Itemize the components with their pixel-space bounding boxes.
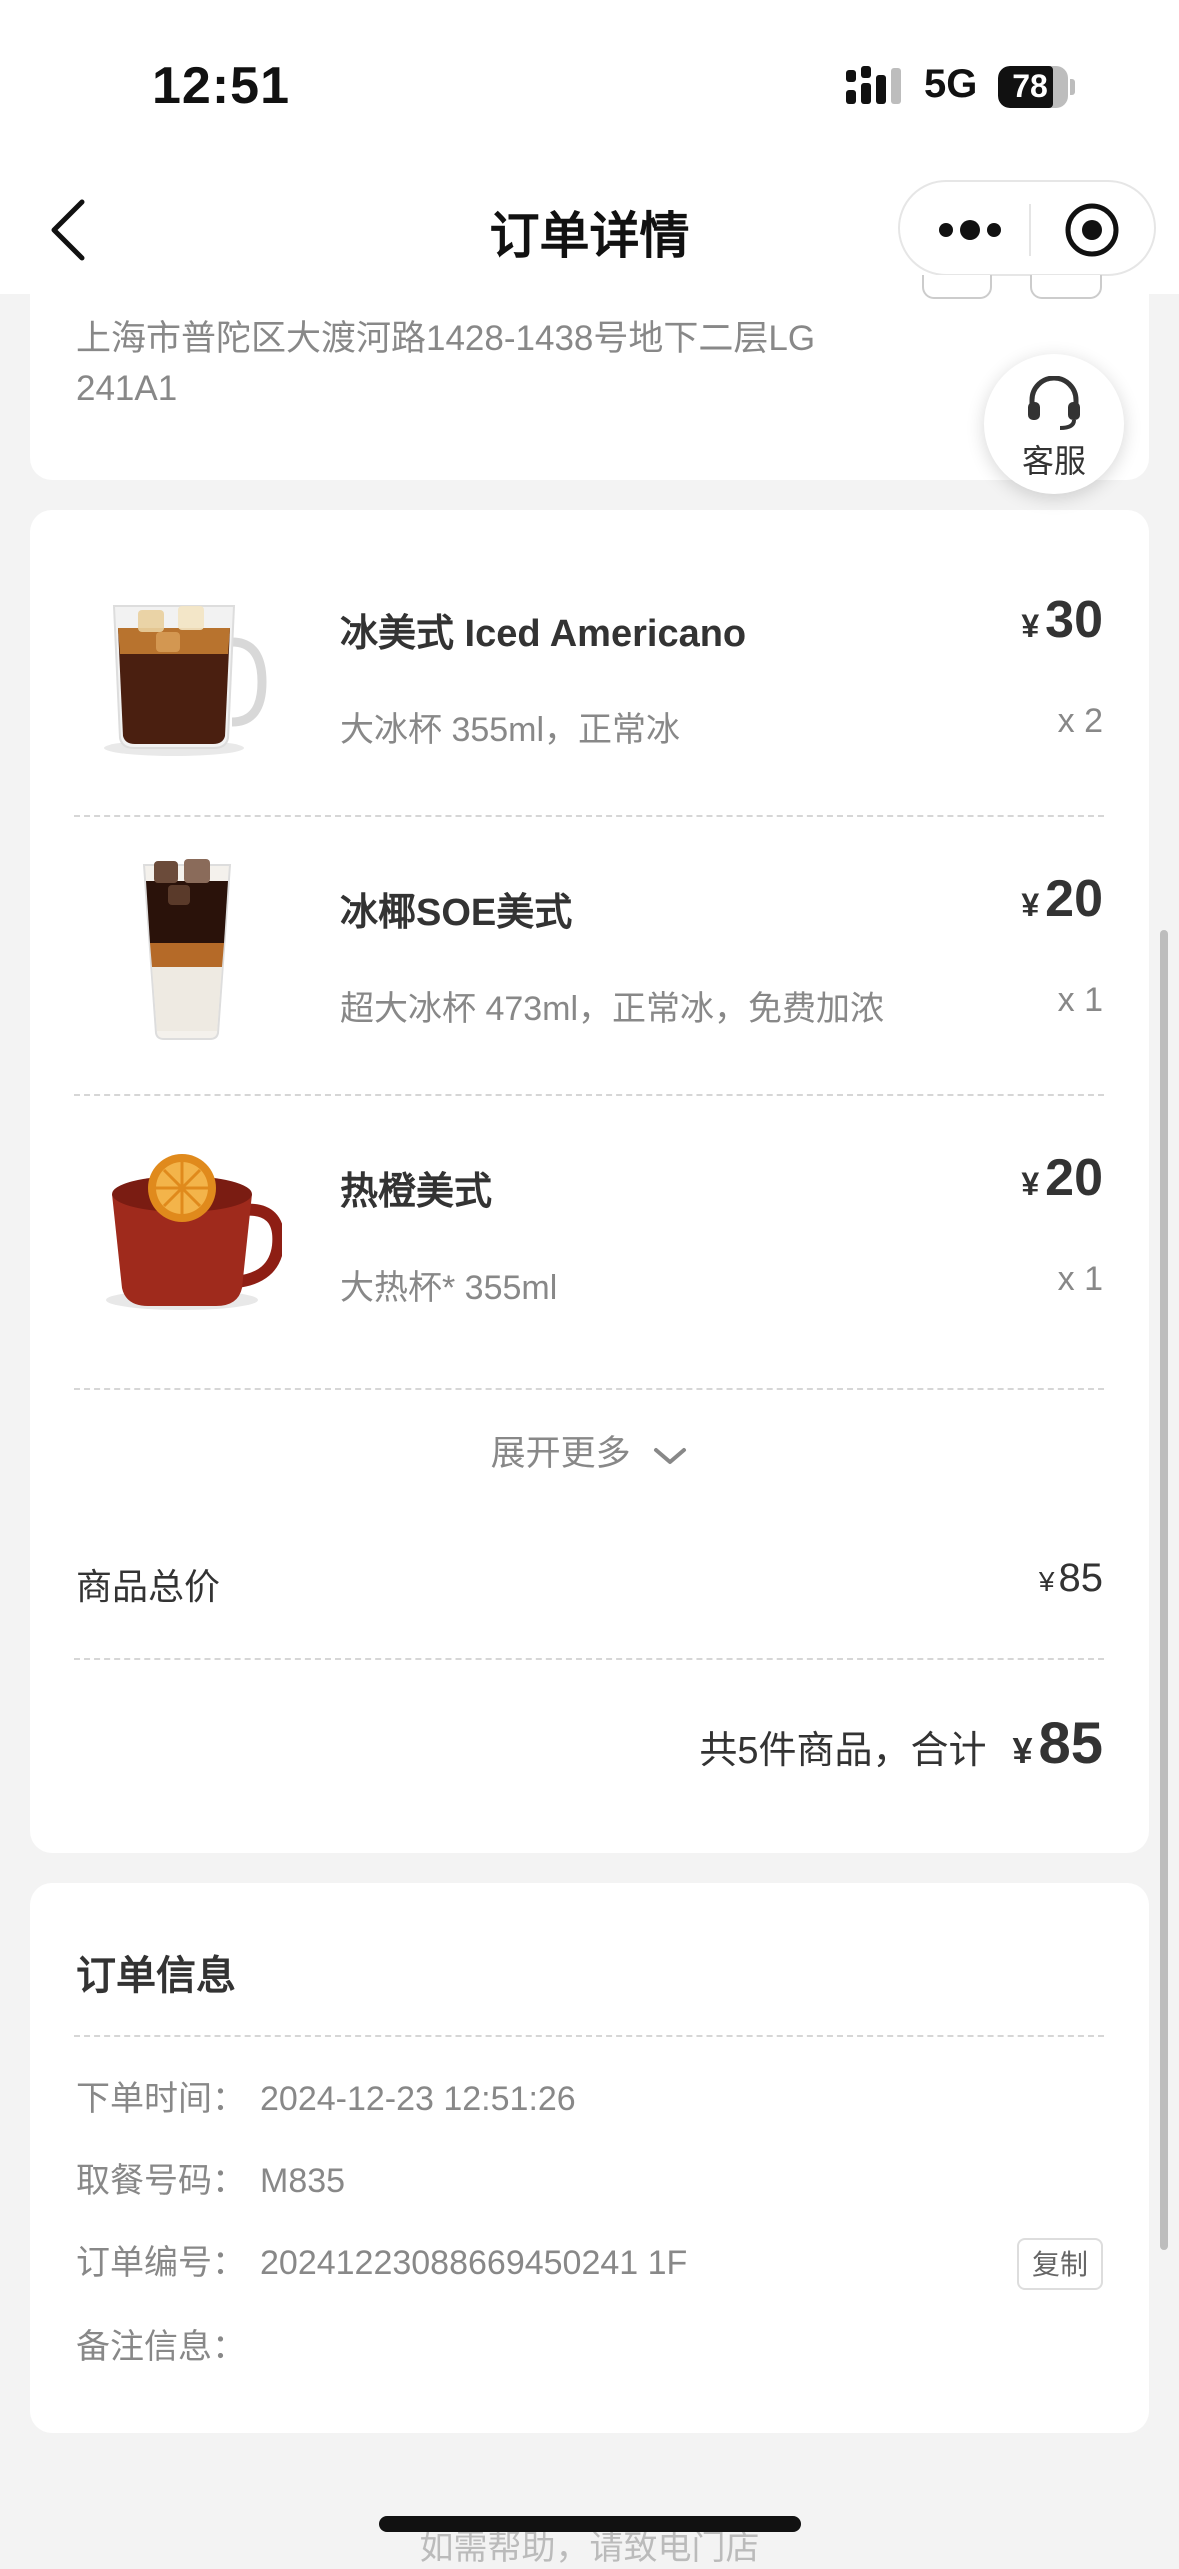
order-info-title: 订单信息 xyxy=(76,1954,236,1998)
battery-level: 78 xyxy=(1012,68,1048,104)
close-mini-program-icon[interactable] xyxy=(1060,200,1124,260)
navigate-button[interactable] xyxy=(922,275,992,299)
signal-icon xyxy=(846,66,901,104)
item-price: ¥20 xyxy=(1021,870,1103,928)
home-indicator[interactable] xyxy=(379,2516,801,2532)
iced-coconut-americano-image xyxy=(142,859,232,1040)
divider xyxy=(74,1658,1104,1660)
divider xyxy=(74,1388,1104,1390)
item-quantity: x 2 xyxy=(1057,702,1103,740)
store-address: 上海市普陀区大渡河路1428-1438号地下二层LG 241A1 xyxy=(76,319,816,408)
total-value: 85 xyxy=(1038,1711,1103,1776)
mini-program-capsule xyxy=(898,180,1156,276)
item-name: 冰美式 Iced Americano xyxy=(340,613,747,655)
order-item[interactable]: 热橙美式 大热杯* 355ml ¥20 x 1 xyxy=(30,1068,1149,1347)
call-store-button[interactable] xyxy=(1030,275,1102,299)
scrollbar[interactable] xyxy=(1160,930,1168,2250)
item-name: 冰椰SOE美式 xyxy=(340,892,573,934)
remarks-row: 备注信息： xyxy=(76,2328,246,2366)
item-name: 热橙美式 xyxy=(340,1171,493,1213)
item-spec: 大热杯* 355ml xyxy=(340,1269,558,1307)
order-items-card: 冰美式 Iced Americano 大冰杯 355ml，正常冰 ¥30 x 2… xyxy=(30,510,1149,1853)
order-item[interactable]: 冰美式 Iced Americano 大冰杯 355ml，正常冰 ¥30 x 2 xyxy=(30,510,1149,789)
item-spec: 超大冰杯 473ml，正常冰，免费加浓 xyxy=(340,990,885,1028)
item-price: ¥20 xyxy=(1021,1149,1103,1207)
more-options-icon[interactable] xyxy=(930,200,1010,260)
customer-service-label: 客服 xyxy=(1021,443,1086,479)
chevron-down-icon xyxy=(654,1447,687,1464)
customer-service-button[interactable]: 客服 xyxy=(984,354,1124,494)
expand-more-label: 展开更多 xyxy=(490,1434,631,1473)
expand-more-button[interactable]: 展开更多 xyxy=(30,1425,1149,1476)
order-number-row: 订单编号： 20241223088669450241 1F xyxy=(76,2244,688,2282)
item-spec: 大冰杯 355ml，正常冰 xyxy=(340,711,681,749)
top-bar: 12:51 5G 78 订单详情 xyxy=(0,0,1179,294)
divider xyxy=(74,2035,1104,2037)
subtotal-label: 商品总价 xyxy=(76,1566,221,1607)
subtotal-value: ¥85 xyxy=(1038,1556,1103,1600)
order-item[interactable]: 冰椰SOE美式 超大冰杯 473ml，正常冰，免费加浓 ¥20 x 1 xyxy=(30,789,1149,1068)
status-time: 12:51 xyxy=(152,57,290,115)
headset-icon xyxy=(1028,376,1080,430)
hot-orange-americano-image xyxy=(106,1154,282,1310)
item-price: ¥30 xyxy=(1021,591,1103,649)
network-type: 5G xyxy=(924,62,978,106)
order-time-row: 下单时间： 2024-12-23 12:51:26 xyxy=(76,2080,576,2118)
order-total: 共5件商品，合计 ¥85 xyxy=(699,1711,1103,1776)
item-quantity: x 1 xyxy=(1057,1260,1103,1298)
item-quantity: x 1 xyxy=(1057,981,1103,1019)
pickup-number-row: 取餐号码： M835 xyxy=(76,2162,346,2200)
battery-icon: 78 xyxy=(998,66,1075,108)
copy-order-number-button[interactable]: 复制 xyxy=(1017,2238,1103,2290)
total-label: 共5件商品，合计 xyxy=(699,1730,987,1772)
iced-americano-image xyxy=(104,605,267,756)
order-info-card: 订单信息 下单时间： 2024-12-23 12:51:26 取餐号码： M835 … xyxy=(30,1883,1149,2433)
